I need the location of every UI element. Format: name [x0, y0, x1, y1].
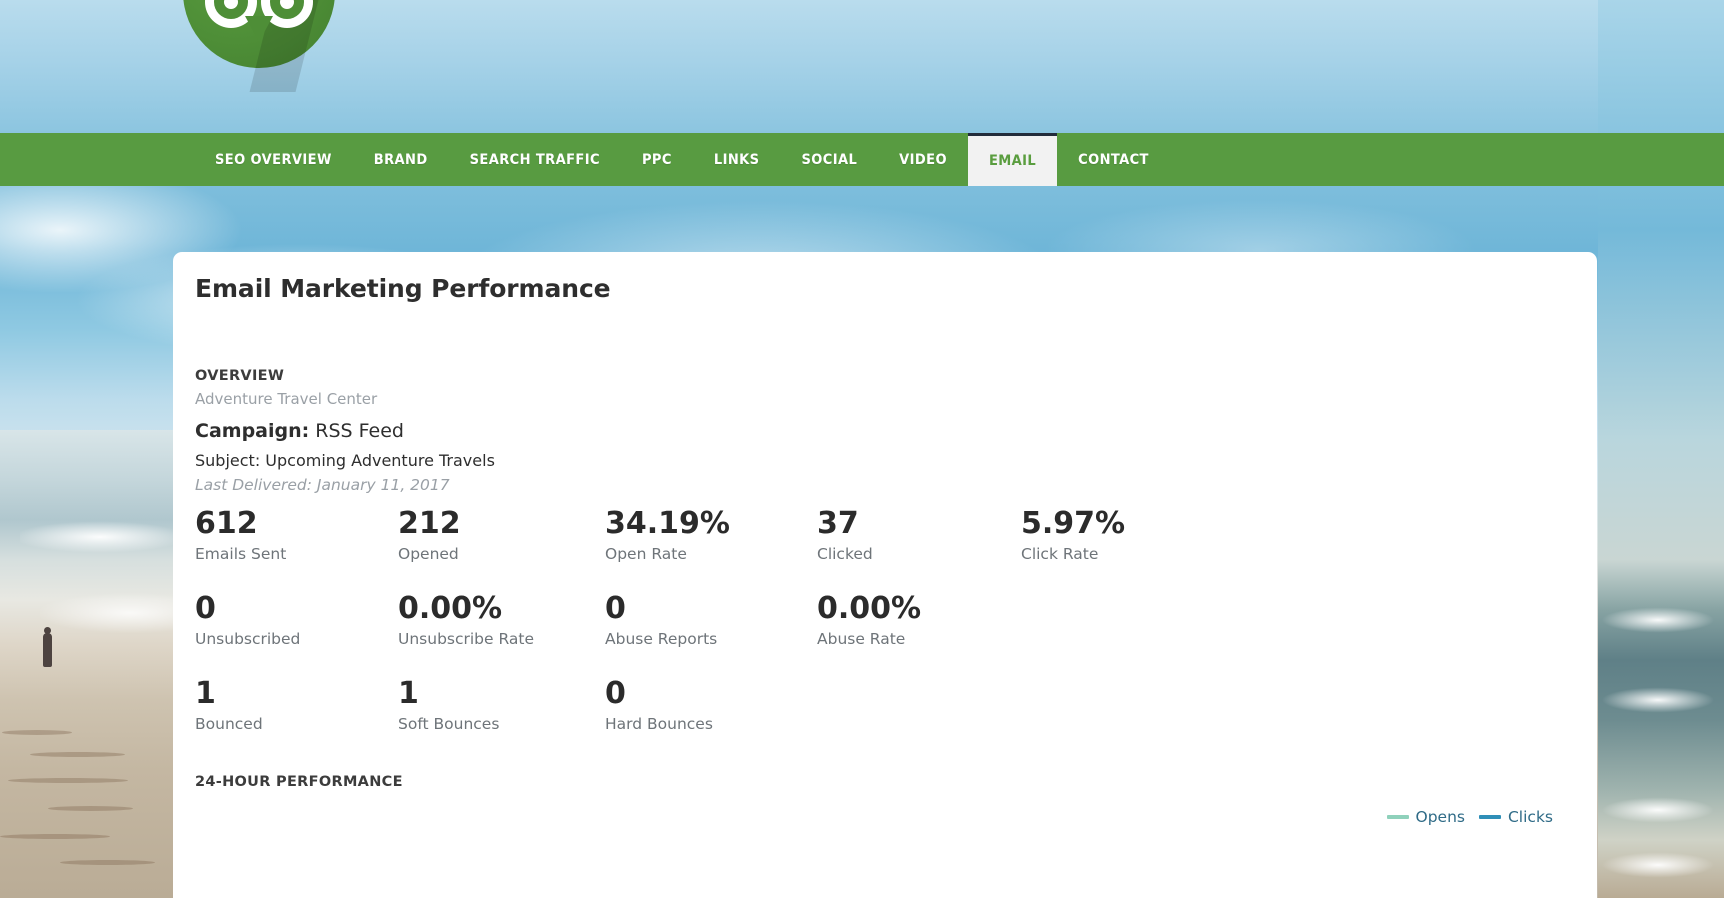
email-performance-card: Email Marketing Performance OVERVIEW Adv… [173, 252, 1597, 912]
performance-section-label: 24-HOUR PERFORMANCE [195, 774, 403, 790]
metric-label: Unsubscribed [195, 630, 300, 648]
legend-item-opens[interactable]: Opens [1387, 808, 1465, 826]
metric-value: 0 [195, 592, 300, 626]
legend-label-opens: Opens [1416, 808, 1465, 826]
metric-label: Abuse Rate [817, 630, 921, 648]
campaign-subject: Subject: Upcoming Adventure Travels [195, 451, 495, 470]
metric-value: 0.00% [398, 592, 534, 626]
ocean-wave [1588, 600, 1724, 640]
metric-abuse-rate: 0.00% Abuse Rate [817, 592, 921, 648]
metric-label: Soft Bounces [398, 715, 499, 733]
ocean-wave [1588, 790, 1724, 830]
metric-value: 1 [398, 677, 499, 711]
overview-account-name: Adventure Travel Center [195, 390, 377, 408]
metric-label: Open Rate [605, 545, 730, 563]
metric-open-rate: 34.19% Open Rate [605, 507, 730, 563]
legend-item-clicks[interactable]: Clicks [1479, 808, 1553, 826]
metric-value: 34.19% [605, 507, 730, 541]
nav-item-links[interactable]: LINKS [693, 133, 781, 186]
metric-abuse-reports: 0 Abuse Reports [605, 592, 717, 648]
metric-clicked: 37 Clicked [817, 507, 873, 563]
sand-streak [0, 834, 110, 839]
ocean-wave [1588, 680, 1724, 720]
campaign-key-label: Campaign: [195, 420, 309, 442]
owl-logo-icon[interactable] [183, 0, 335, 68]
metric-label: Opened [398, 545, 461, 563]
metric-emails-sent: 612 Emails Sent [195, 507, 286, 563]
page-title: Email Marketing Performance [195, 274, 611, 303]
overview-section-label: OVERVIEW [195, 368, 284, 384]
beach-walker-figure [43, 633, 52, 667]
metric-value: 5.97% [1021, 507, 1125, 541]
main-navigation-bar: SEO OVERVIEW BRAND SEARCH TRAFFIC PPC LI… [0, 133, 1724, 186]
nav-item-email[interactable]: EMAIL [968, 133, 1057, 186]
sand-streak [60, 860, 155, 865]
nav-item-brand[interactable]: BRAND [353, 133, 449, 186]
metric-label: Unsubscribe Rate [398, 630, 534, 648]
sand-streak [48, 806, 133, 811]
nav-item-seo-overview[interactable]: SEO OVERVIEW [194, 133, 353, 186]
metric-value: 0 [605, 677, 713, 711]
metric-label: Hard Bounces [605, 715, 713, 733]
metric-label: Emails Sent [195, 545, 286, 563]
metric-bounced: 1 Bounced [195, 677, 263, 733]
metric-soft-bounces: 1 Soft Bounces [398, 677, 499, 733]
sand-streak [8, 778, 128, 783]
metric-label: Clicked [817, 545, 873, 563]
metric-unsubscribe-rate: 0.00% Unsubscribe Rate [398, 592, 534, 648]
metric-value: 0 [605, 592, 717, 626]
nav-item-ppc[interactable]: PPC [621, 133, 693, 186]
metric-value: 1 [195, 677, 263, 711]
metric-click-rate: 5.97% Click Rate [1021, 507, 1125, 563]
nav-item-social[interactable]: SOCIAL [780, 133, 878, 186]
metric-value: 212 [398, 507, 461, 541]
metric-value: 0.00% [817, 592, 921, 626]
ocean-wave [1588, 845, 1724, 885]
campaign-line: Campaign: RSS Feed [195, 420, 404, 442]
nav-item-search-traffic[interactable]: SEARCH TRAFFIC [449, 133, 621, 186]
legend-label-clicks: Clicks [1508, 808, 1553, 826]
legend-swatch-clicks-icon [1479, 815, 1501, 819]
background-photo-beach-left [0, 430, 176, 898]
nav-item-video[interactable]: VIDEO [878, 133, 968, 186]
metric-value: 37 [817, 507, 873, 541]
chart-legend: Opens Clicks [1387, 808, 1554, 826]
legend-swatch-opens-icon [1387, 815, 1409, 819]
metric-label: Bounced [195, 715, 263, 733]
metric-label: Abuse Reports [605, 630, 717, 648]
campaign-last-delivered: Last Delivered: January 11, 2017 [195, 476, 450, 494]
metric-unsubscribed: 0 Unsubscribed [195, 592, 300, 648]
sand-streak [30, 752, 125, 757]
nav-items-container: SEO OVERVIEW BRAND SEARCH TRAFFIC PPC LI… [194, 133, 1170, 186]
metric-label: Click Rate [1021, 545, 1125, 563]
campaign-value: RSS Feed [315, 420, 404, 442]
nav-item-contact[interactable]: CONTACT [1057, 133, 1170, 186]
metric-hard-bounces: 0 Hard Bounces [605, 677, 713, 733]
metric-value: 612 [195, 507, 286, 541]
sand-streak [2, 730, 72, 735]
metric-opened: 212 Opened [398, 507, 461, 563]
